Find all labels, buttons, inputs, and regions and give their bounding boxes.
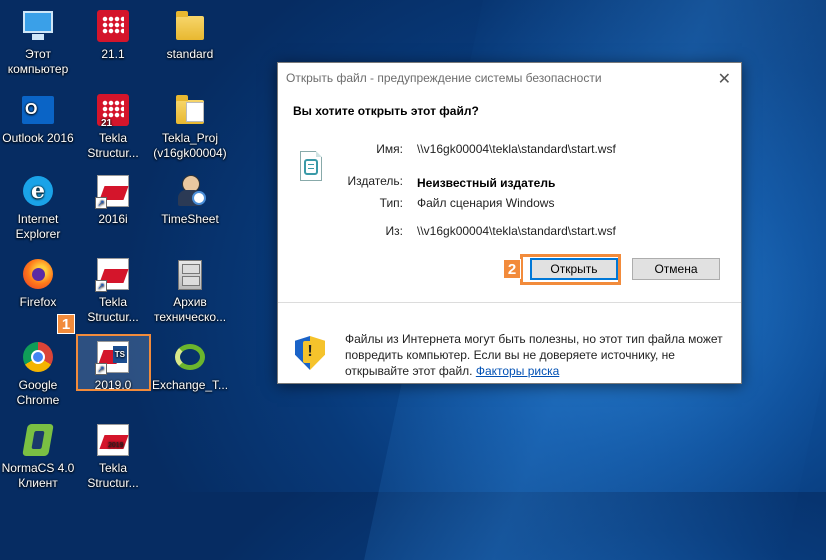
desktop-icon-this-pc[interactable]: Этот компьютер	[0, 8, 76, 77]
folder-icon	[172, 8, 208, 44]
desktop-icon-internet-explorer[interactable]: e Internet Explorer	[0, 173, 76, 242]
cancel-button[interactable]: Отмена	[632, 258, 720, 280]
desktop-icon-label: Firefox	[19, 295, 57, 309]
desktop-icon-label: Google Chrome	[16, 378, 60, 407]
publisher-value: Неизвестный издатель	[417, 176, 556, 190]
desktop-icon-exchange[interactable]: Exchange_T...	[152, 339, 228, 393]
desktop-icon-google-chrome[interactable]: Google Chrome	[0, 339, 76, 408]
dialog-title: Открыть файл - предупреждение системы бе…	[286, 71, 602, 85]
step-2-badge: 2	[503, 259, 521, 279]
desktop-icon-label: Internet Explorer	[15, 212, 61, 241]
desktop-icon-label: 21.1	[101, 47, 125, 61]
desktop-icon-label: Tekla_Proj (v16gk00004)	[153, 131, 227, 160]
risk-factors-link[interactable]: Факторы риска	[476, 364, 559, 378]
script-file-icon	[300, 151, 326, 183]
step-2-highlight-frame	[520, 254, 621, 285]
tekla-icon	[95, 8, 131, 44]
desktop-icon-label: Outlook 2016	[2, 131, 74, 145]
computer-icon	[20, 8, 56, 44]
desktop-icon-label: Tekla Structur...	[87, 461, 139, 490]
internet-explorer-icon: e	[20, 173, 56, 209]
tekla-icon: ↗	[95, 173, 131, 209]
normacs-icon	[20, 422, 56, 458]
desktop-icon-label: Tekla Structur...	[87, 131, 139, 160]
type-label: Тип:	[379, 196, 403, 210]
tekla-icon: 21	[95, 92, 131, 129]
shield-warning-icon: !	[295, 336, 327, 370]
security-warning-dialog: Открыть файл - предупреждение системы бе…	[277, 62, 742, 384]
name-label: Имя:	[376, 142, 403, 156]
desktop-icon-standard[interactable]: standard	[152, 8, 228, 62]
chrome-icon	[20, 339, 56, 375]
exchange-sync-icon	[172, 339, 208, 375]
dialog-titlebar[interactable]: Открыть файл - предупреждение системы бе…	[278, 63, 741, 93]
file-cabinet-icon	[172, 256, 208, 292]
desktop-icon-label: 2016i	[98, 212, 128, 226]
desktop-icon-tekla-structures[interactable]: 21 Tekla Structur...	[75, 92, 151, 161]
from-label: Из:	[385, 224, 403, 238]
from-value: \\v16gk00004\tekla\standard\start.wsf	[417, 224, 616, 238]
desktop-icon-tekla-structures-2019[interactable]: 2019 Tekla Structur...	[75, 422, 151, 491]
firefox-icon	[20, 256, 56, 292]
dialog-divider	[278, 302, 741, 303]
desktop-icon-label: Этот компьютер	[7, 47, 69, 76]
desktop-icon-2016i[interactable]: ↗ 2016i	[75, 173, 151, 227]
desktop-icon-label: TimeSheet	[161, 212, 219, 226]
close-icon[interactable]: ✕	[718, 69, 731, 89]
warning-message: Файлы из Интернета могут быть полезны, н…	[345, 331, 735, 379]
desktop-icon-normacs[interactable]: NormaCS 4.0 Клиент	[0, 422, 76, 491]
desktop-icon-archive[interactable]: Архив техническо...	[152, 256, 228, 325]
desktop-icon-label: Архив техническо...	[153, 295, 227, 324]
desktop-icon-label: Tekla Structur...	[87, 295, 139, 324]
outlook-icon: O	[20, 92, 56, 128]
dialog-question: Вы хотите открыть этот файл?	[293, 104, 479, 118]
desktop-icon-tekla-structures-2[interactable]: ↗ Tekla Structur...	[75, 256, 151, 325]
tekla-icon: ↗	[95, 256, 131, 292]
timesheet-person-icon	[172, 173, 208, 209]
desktop-icon-tekla-21-1[interactable]: 21.1	[75, 8, 151, 62]
desktop-icon-label: NormaCS 4.0 Клиент	[1, 461, 75, 490]
desktop-icon-label: Exchange_T...	[152, 378, 229, 392]
desktop-icon-outlook[interactable]: O Outlook 2016	[0, 92, 76, 146]
step-1-badge: 1	[57, 314, 75, 334]
publisher-label: Издатель:	[347, 174, 404, 188]
name-value: \\v16gk00004\tekla\standard\start.wsf	[417, 142, 616, 156]
desktop-icon-tekla-proj[interactable]: Tekla_Proj (v16gk00004)	[152, 92, 228, 161]
desktop-icon-timesheet[interactable]: TimeSheet	[152, 173, 228, 227]
step-1-highlight-frame	[76, 334, 151, 391]
tekla-icon: 2019	[95, 422, 131, 458]
folder-icon	[172, 92, 208, 128]
desktop-icon-firefox[interactable]: Firefox	[0, 256, 76, 310]
type-value: Файл сценария Windows	[417, 196, 555, 210]
desktop-icon-label: standard	[166, 47, 214, 61]
